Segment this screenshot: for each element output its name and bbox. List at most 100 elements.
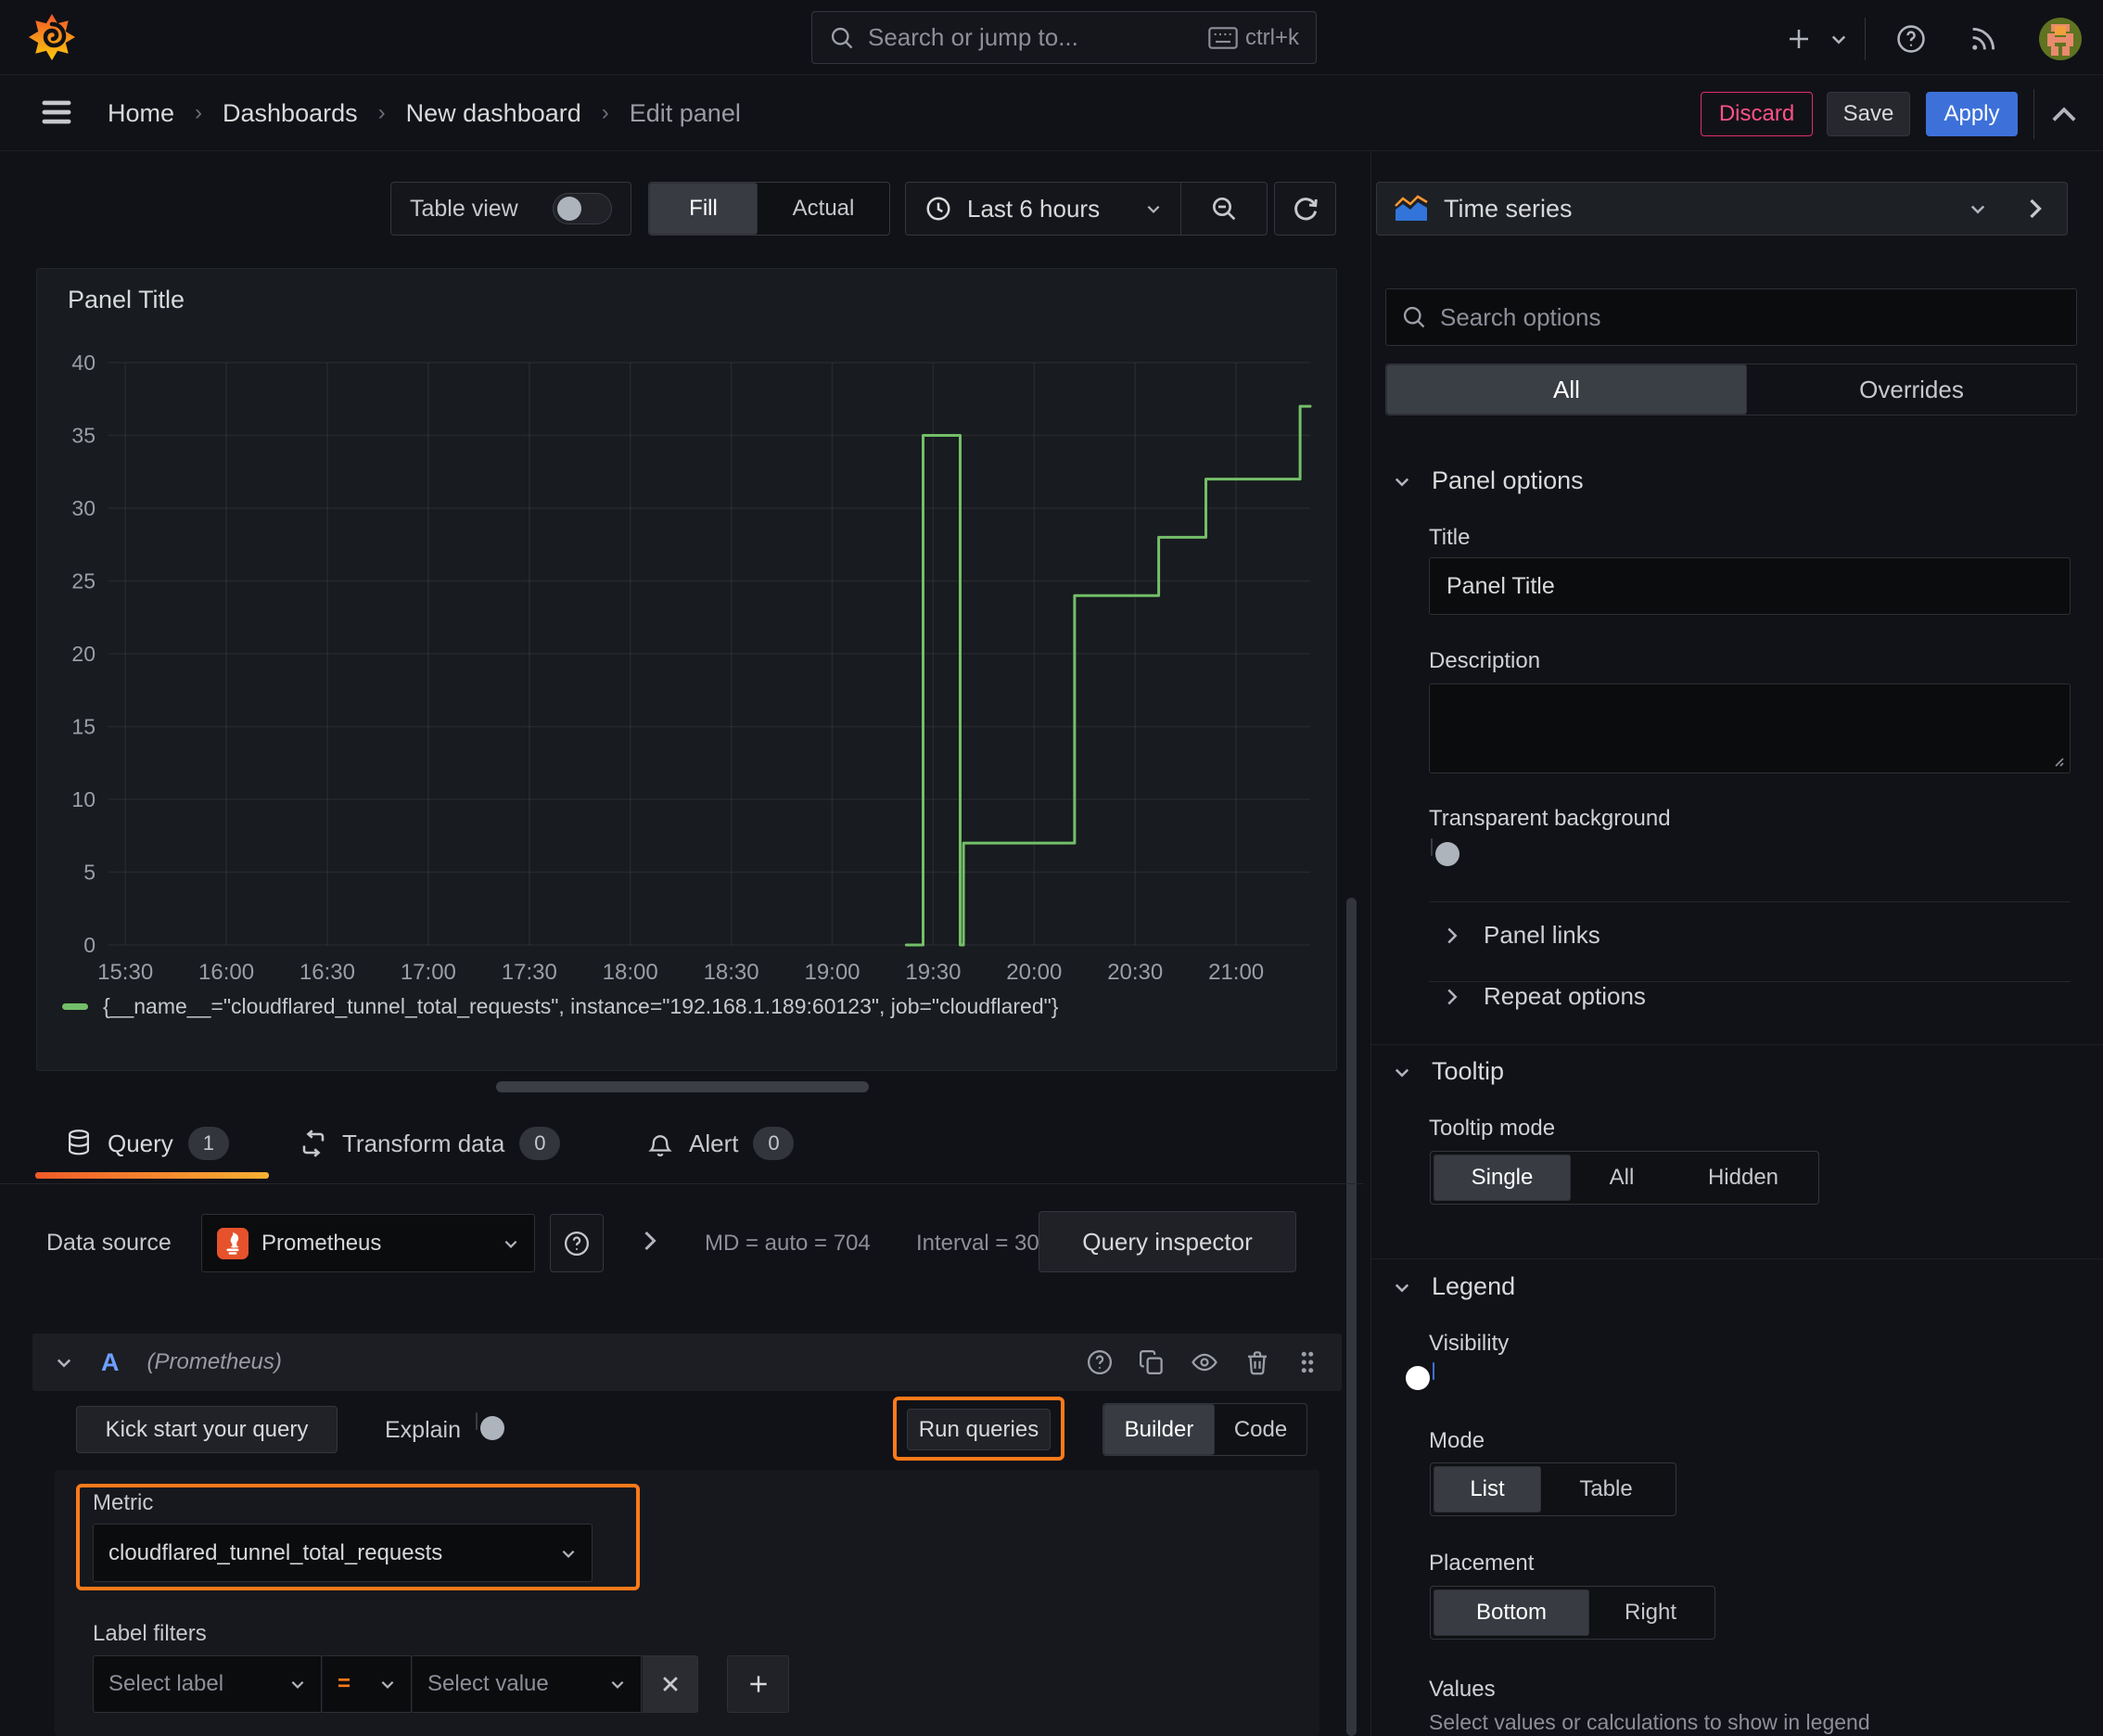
panel-title-input[interactable] <box>1430 558 2070 614</box>
fill-option[interactable]: Fill <box>649 183 758 235</box>
zoom-out-button[interactable] <box>1181 194 1267 223</box>
toggle-options-pane-button[interactable] <box>2004 182 2068 236</box>
description-field[interactable] <box>1429 683 2071 773</box>
operator-dropdown[interactable]: = <box>323 1655 412 1713</box>
tab-all[interactable]: All <box>1386 364 1747 415</box>
tooltip-all-option[interactable]: All <box>1571 1155 1673 1201</box>
grafana-logo[interactable] <box>28 10 76 64</box>
transparent-background-toggle[interactable] <box>1431 838 1459 866</box>
tooltip-mode-segment: Single All Hidden <box>1430 1151 1819 1205</box>
hide-query-eye-icon[interactable] <box>1190 1348 1219 1376</box>
breadcrumb-home[interactable]: Home <box>108 99 174 128</box>
panel-title-field[interactable] <box>1429 557 2071 615</box>
time-series-chart[interactable]: 0 5 10 15 20 25 30 35 40 15:30 16:00 16:30 17:00 17:3… <box>37 325 1338 992</box>
remove-filter-button[interactable] <box>643 1655 698 1713</box>
discard-button[interactable]: Discard <box>1701 92 1813 136</box>
select-value-dropdown[interactable]: Select value <box>413 1655 642 1713</box>
keyboard-icon <box>1208 26 1238 49</box>
add-icon[interactable] <box>1785 25 1813 53</box>
visualization-picker[interactable]: Time series <box>1376 182 2005 236</box>
datasource-picker[interactable]: Prometheus <box>201 1214 535 1272</box>
tab-alert[interactable]: Alert 0 <box>646 1127 795 1160</box>
tooltip-single-option[interactable]: Single <box>1434 1155 1571 1201</box>
global-search[interactable]: ctrl+k <box>811 11 1317 64</box>
query-row-header[interactable]: A (Prometheus) <box>32 1334 1342 1391</box>
explain-toggle[interactable] <box>476 1412 504 1440</box>
tooltip-title: Tooltip <box>1432 1057 1505 1085</box>
time-range-picker[interactable]: Last 6 hours <box>906 195 1180 223</box>
news-rss-icon[interactable] <box>1968 23 1999 55</box>
legend-series-label[interactable]: {__name__="cloudflared_tunnel_total_requ… <box>103 994 1058 1019</box>
tooltip-hidden-option[interactable]: Hidden <box>1673 1155 1814 1201</box>
duplicate-query-icon[interactable] <box>1138 1348 1166 1376</box>
legend-bottom-option[interactable]: Bottom <box>1434 1589 1589 1636</box>
breadcrumb-dashboards[interactable]: Dashboards <box>223 99 358 128</box>
drag-handle-icon[interactable] <box>1295 1348 1319 1376</box>
chart-legend[interactable]: {__name__="cloudflared_tunnel_total_requ… <box>62 994 1058 1019</box>
metric-value: cloudflared_tunnel_total_requests <box>108 1539 443 1565</box>
tab-overrides[interactable]: Overrides <box>1747 364 2076 415</box>
refresh-button[interactable] <box>1274 182 1336 236</box>
code-option[interactable]: Code <box>1215 1404 1306 1455</box>
builder-code-segment: Builder Code <box>1102 1403 1307 1456</box>
query-refid[interactable]: A <box>101 1348 120 1377</box>
builder-option[interactable]: Builder <box>1103 1404 1215 1455</box>
apply-button[interactable]: Apply <box>1926 92 2018 136</box>
global-search-input[interactable] <box>868 23 1195 52</box>
section-legend[interactable]: Legend <box>1393 1272 1515 1301</box>
svg-text:17:30: 17:30 <box>502 960 557 985</box>
chevron-right-icon <box>2026 198 2045 220</box>
horizontal-scrollbar[interactable] <box>496 1081 869 1092</box>
svg-text:16:30: 16:30 <box>300 960 355 985</box>
help-icon[interactable] <box>1895 23 1927 55</box>
tab-transform-data[interactable]: Transform data 0 <box>300 1127 561 1160</box>
add-filter-button[interactable] <box>727 1655 789 1713</box>
active-tab-indicator <box>35 1172 269 1179</box>
section-repeat-options[interactable]: Repeat options <box>1445 982 1646 1011</box>
run-queries-button[interactable]: Run queries <box>907 1409 1051 1450</box>
datasource-chevron-down-icon <box>503 1235 519 1252</box>
breadcrumb-new-dashboard[interactable]: New dashboard <box>406 99 581 128</box>
options-search-input[interactable] <box>1440 302 2061 332</box>
select-label-dropdown[interactable]: Select label <box>93 1655 322 1713</box>
section-divider <box>1371 1044 2103 1045</box>
operator-value: = <box>338 1671 351 1696</box>
tab-query-badge: 1 <box>187 1127 229 1160</box>
panel-preview[interactable]: Panel Title 0 5 10 15 20 25 30 35 40 15:30 16:00 16… <box>36 268 1337 1071</box>
menu-hamburger-icon[interactable] <box>39 96 74 128</box>
table-view-label: Table view <box>410 195 518 222</box>
query-collapse-chevron-down-icon[interactable] <box>55 1353 73 1372</box>
section-panel-links[interactable]: Panel links <box>1445 921 1600 950</box>
query-inspector-button[interactable]: Query inspector <box>1039 1211 1296 1272</box>
datasource-help-button[interactable] <box>550 1214 604 1272</box>
select-value-chevron-down-icon <box>609 1676 626 1692</box>
table-view-control: Table view <box>390 182 631 236</box>
options-search[interactable] <box>1385 288 2077 346</box>
table-view-toggle[interactable] <box>553 193 612 224</box>
section-tooltip[interactable]: Tooltip <box>1393 1057 1504 1086</box>
breadcrumb-separator: › <box>377 100 386 125</box>
legend-visibility-toggle[interactable] <box>1406 1362 1434 1390</box>
add-chevron-down-icon[interactable] <box>1829 30 1848 48</box>
kick-start-query-button[interactable]: Kick start your query <box>76 1406 338 1453</box>
expand-stats-chevron-right-icon[interactable] <box>642 1230 658 1252</box>
section-panel-options[interactable]: Panel options <box>1393 466 1584 495</box>
query-help-icon[interactable] <box>1086 1348 1114 1376</box>
actual-option[interactable]: Actual <box>758 183 889 235</box>
metric-select[interactable]: cloudflared_tunnel_total_requests <box>93 1524 593 1582</box>
resize-handle-icon[interactable] <box>2050 753 2065 768</box>
vertical-scrollbar[interactable] <box>1346 898 1357 1736</box>
legend-right-option[interactable]: Right <box>1589 1589 1712 1636</box>
legend-table-option[interactable]: Table <box>1541 1466 1671 1513</box>
collapse-pane-chevron-up-icon[interactable] <box>2049 102 2079 126</box>
svg-text:40: 40 <box>71 351 96 375</box>
tab-query[interactable]: Query 1 <box>65 1127 229 1160</box>
legend-series-swatch <box>62 1003 88 1010</box>
delete-query-trash-icon[interactable] <box>1243 1348 1271 1376</box>
save-button[interactable]: Save <box>1827 92 1910 136</box>
svg-text:20:00: 20:00 <box>1006 960 1062 985</box>
bell-icon <box>646 1130 674 1157</box>
plus-icon <box>746 1672 771 1696</box>
legend-list-option[interactable]: List <box>1434 1466 1541 1513</box>
user-avatar[interactable] <box>2038 17 2083 61</box>
